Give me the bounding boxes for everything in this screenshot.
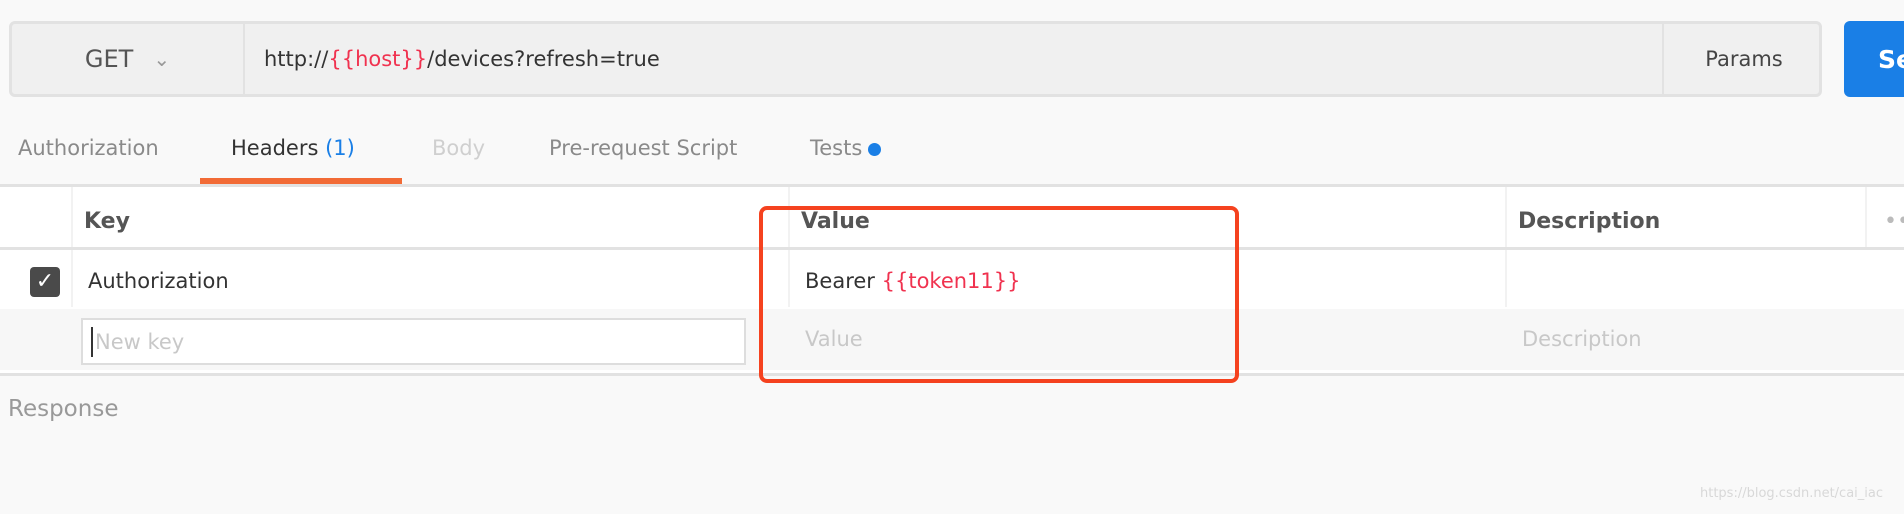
highlight-annotation-box xyxy=(759,206,1239,383)
send-button[interactable]: Se xyxy=(1844,21,1904,97)
row-enabled-checkbox[interactable]: ✓ xyxy=(30,267,60,297)
chevron-down-icon: ⌄ xyxy=(153,47,171,71)
text-caret xyxy=(91,326,93,357)
tab-headers[interactable]: Headers (1) xyxy=(231,136,355,160)
tab-pre-request-script[interactable]: Pre-request Script xyxy=(549,136,737,160)
new-key-placeholder: New key xyxy=(95,329,185,354)
tests-indicator-dot xyxy=(868,142,882,156)
params-button[interactable]: Params xyxy=(1662,24,1824,94)
divider xyxy=(1865,187,1867,247)
tab-tests[interactable]: Tests xyxy=(810,136,882,160)
header-key-cell[interactable]: Authorization xyxy=(88,269,229,293)
headers-count: (1) xyxy=(325,136,355,160)
method-label: GET xyxy=(84,45,134,73)
column-header-key: Key xyxy=(84,209,130,234)
response-section-title: Response xyxy=(8,396,119,422)
url-variable: {{host}} xyxy=(328,47,428,71)
request-bar: GET ⌄ http://{{host}}/devices?refresh=tr… xyxy=(9,21,1822,97)
new-description-input[interactable]: Description xyxy=(1522,327,1642,351)
more-options-icon[interactable]: •• xyxy=(1884,209,1904,234)
url-suffix: /devices?refresh=true xyxy=(427,47,660,71)
method-dropdown[interactable]: GET ⌄ xyxy=(12,24,245,94)
tab-body[interactable]: Body xyxy=(432,136,485,160)
tab-headers-label: Headers xyxy=(231,136,319,160)
watermark: https://blog.csdn.net/cai_iac xyxy=(1700,486,1884,501)
tab-authorization[interactable]: Authorization xyxy=(18,136,159,160)
tab-tests-label: Tests xyxy=(810,136,863,160)
url-prefix: http:// xyxy=(264,47,329,71)
new-key-input[interactable]: New key xyxy=(81,318,746,365)
url-input[interactable]: http://{{host}}/devices?refresh=true xyxy=(264,24,660,94)
column-header-description: Description xyxy=(1518,209,1661,234)
